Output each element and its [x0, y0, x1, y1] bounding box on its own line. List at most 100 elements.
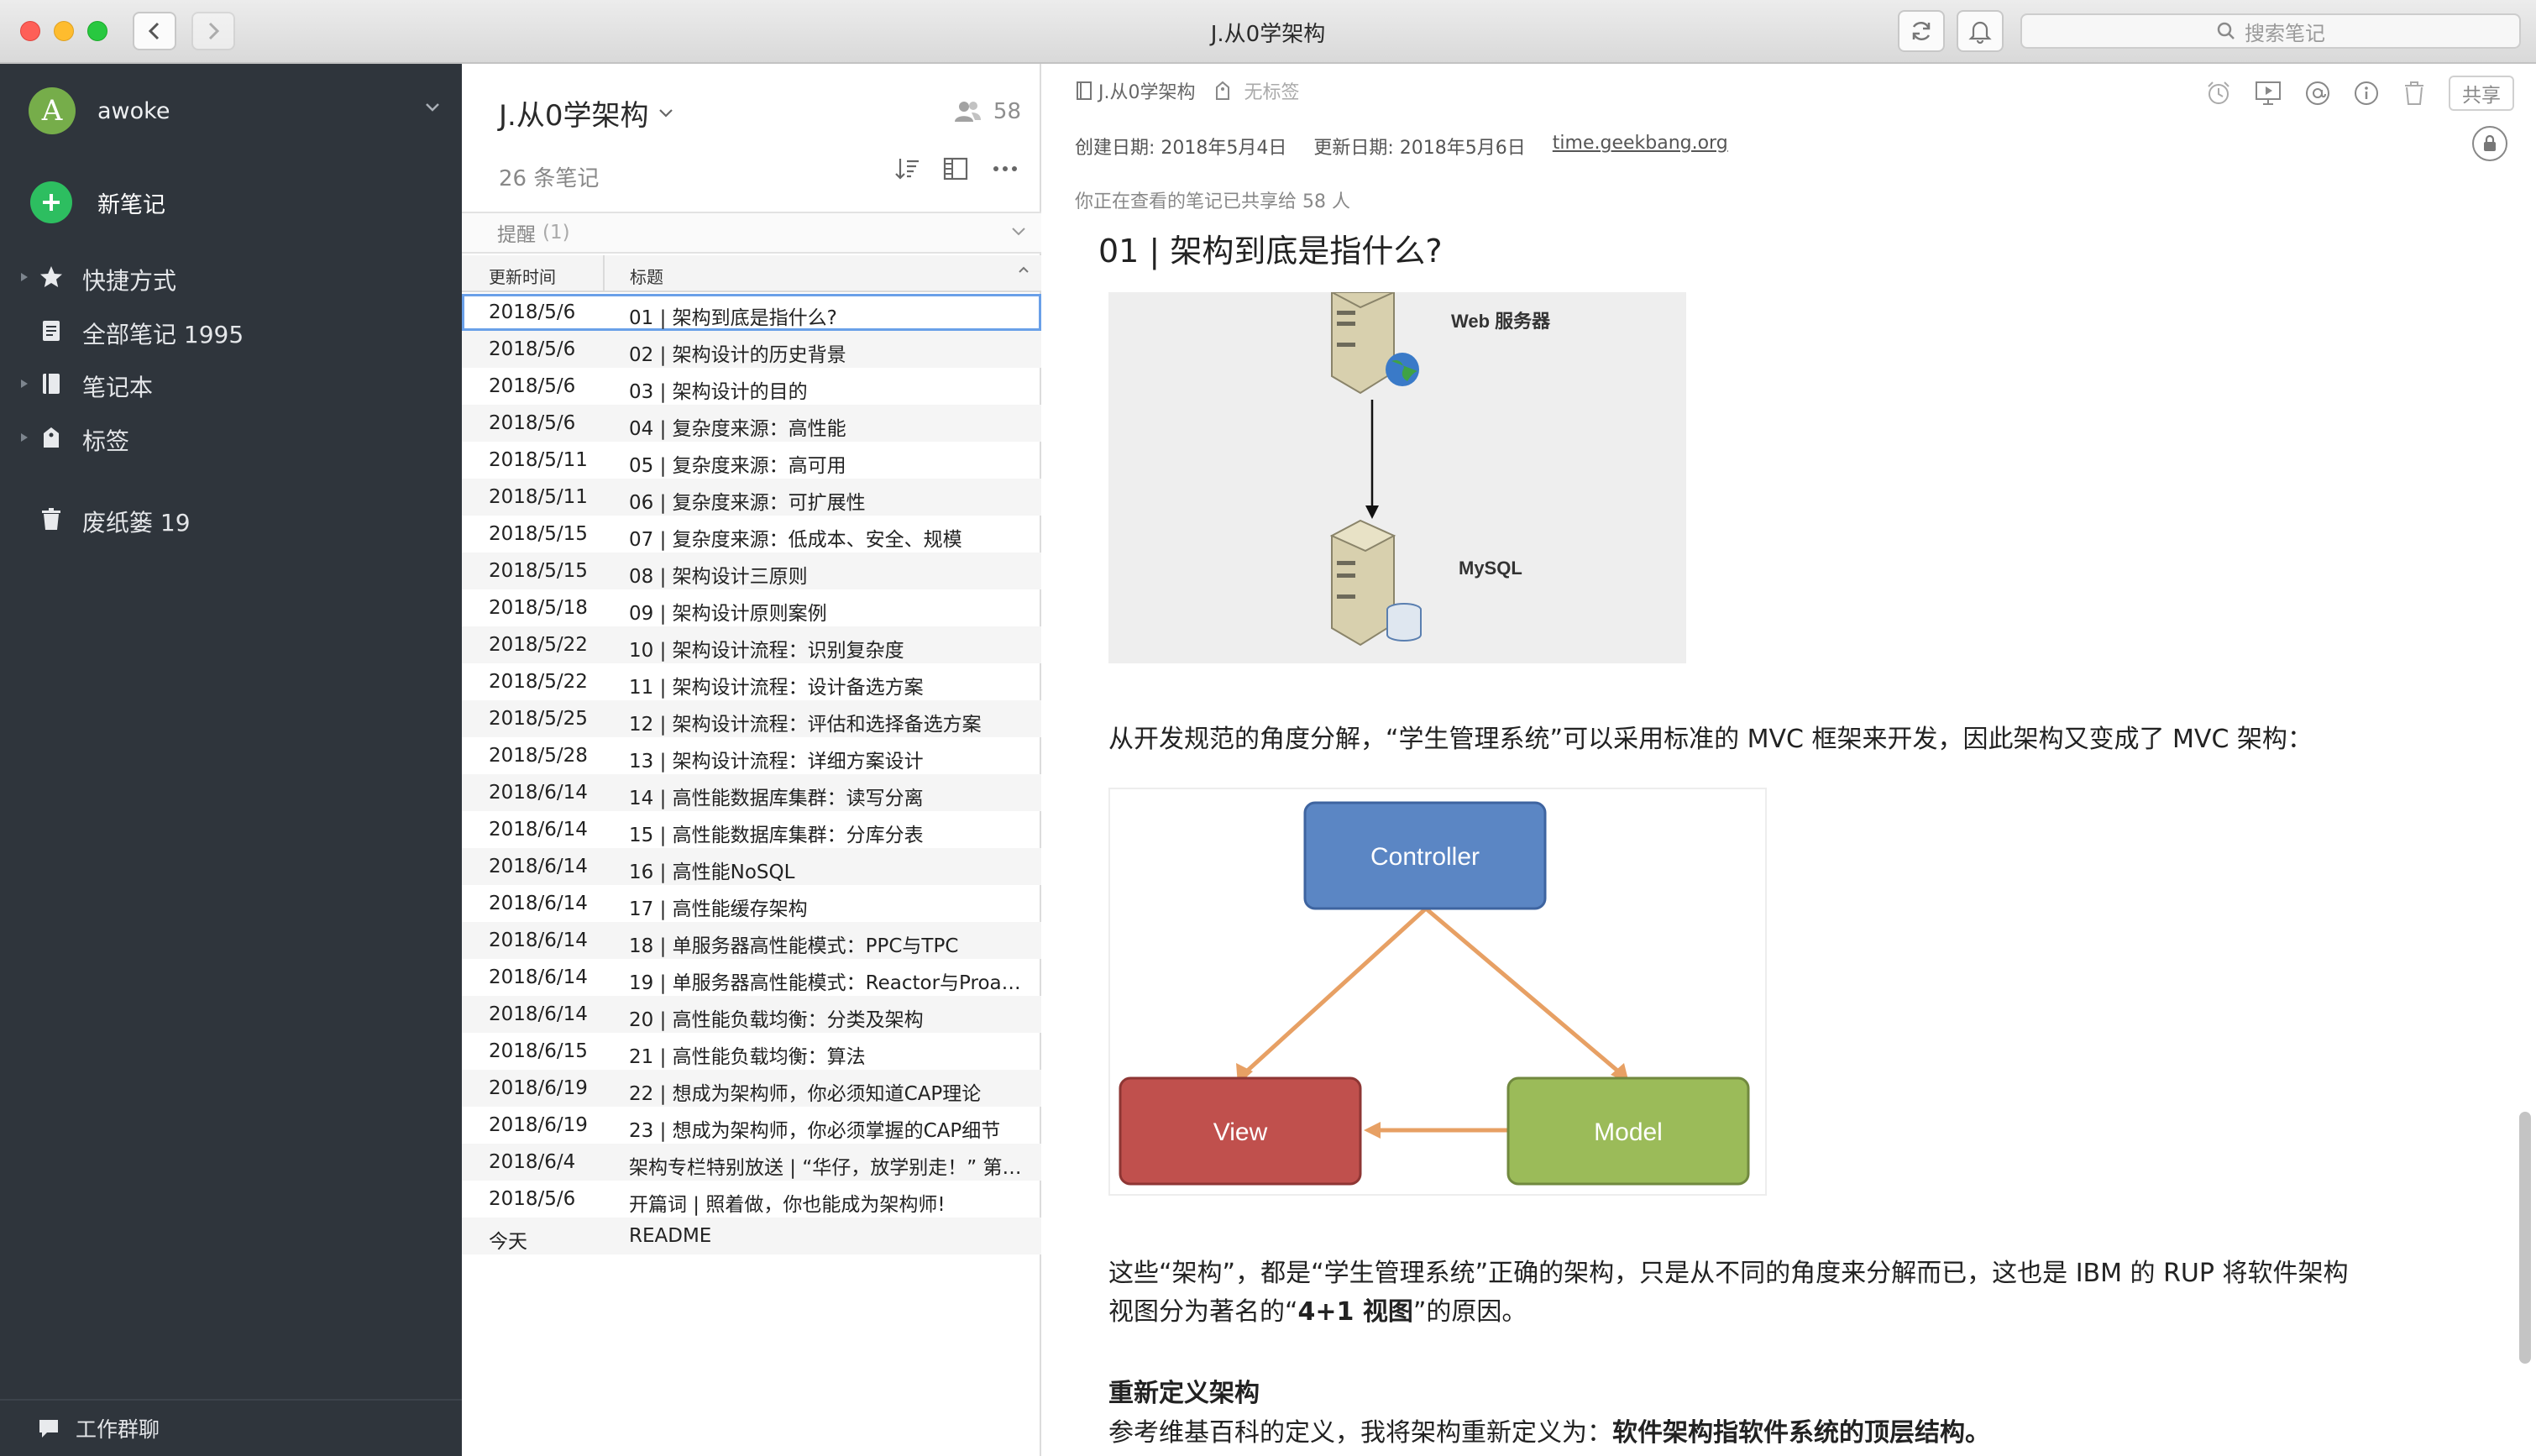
note-title[interactable]: 01 | 架构到底是指什么?	[1098, 225, 1442, 271]
presentation-icon[interactable]	[2254, 80, 2282, 107]
arrow-head	[1365, 505, 1379, 519]
share-button[interactable]: 共享	[2449, 76, 2514, 111]
note-row[interactable]: 2018/5/25 12 | 架构设计流程：评估和选择备选方案	[462, 700, 1041, 737]
column-divider[interactable]	[603, 255, 605, 292]
sync-button[interactable]	[1898, 10, 1945, 52]
sidebar-item-trash[interactable]: 废纸篓 19	[0, 495, 462, 542]
lock-note-button[interactable]	[2472, 126, 2507, 161]
disclosure-triangle-icon	[21, 380, 28, 388]
note-row[interactable]: 2018/5/28 13 | 架构设计流程：详细方案设计	[462, 737, 1041, 774]
bold-text: 4+1 视图	[1297, 1297, 1413, 1327]
view-layout-icon[interactable]	[942, 156, 969, 181]
new-note-label: 新笔记	[97, 191, 165, 218]
note-row-date: 2018/5/15	[489, 560, 588, 582]
trash-icon[interactable]	[2402, 80, 2427, 107]
paragraph-rup[interactable]: 这些“架构”，都是“学生管理系统”正确的架构，只是从不同的角度来分解而已，这也是…	[1108, 1254, 2349, 1332]
controller-label: Controller	[1370, 843, 1480, 871]
column-header-title[interactable]: 标题	[630, 264, 663, 288]
tag-icon	[44, 427, 59, 448]
note-row[interactable]: 2018/6/14 14 | 高性能数据库集群：读写分离	[462, 774, 1041, 811]
info-icon[interactable]	[2353, 80, 2380, 107]
reminder-section[interactable]: 提醒 (1)	[462, 212, 1041, 254]
note-row-title: README	[629, 1225, 712, 1247]
note-row[interactable]: 2018/6/15 21 | 高性能负载均衡：算法	[462, 1033, 1041, 1070]
column-header-updated[interactable]: 更新时间	[489, 264, 556, 288]
note-row-date: 2018/6/14	[489, 782, 588, 804]
subheading[interactable]: 重新定义架构	[1108, 1372, 1260, 1409]
disclosure-triangle-icon	[21, 433, 28, 442]
reminder-count: (1)	[542, 222, 570, 244]
text-run: 参考维基百科的定义，我将架构重新定义为：	[1108, 1418, 1612, 1448]
note-row[interactable]: 2018/5/6 02 | 架构设计的历史背景	[462, 331, 1041, 368]
note-row[interactable]: 2018/5/15 07 | 复杂度来源：低成本、安全、规模	[462, 516, 1041, 553]
editor-scrollbar[interactable]	[2519, 1112, 2531, 1364]
note-row-title: 23 | 想成为架构师，你必须掌握的CAP细节	[629, 1120, 1001, 1142]
at-mention-icon[interactable]	[2304, 80, 2331, 107]
more-options-icon[interactable]	[991, 156, 1019, 181]
tag-input[interactable]: 无标签	[1244, 77, 1299, 104]
note-row[interactable]: 2018/5/22 10 | 架构设计流程：识别复杂度	[462, 626, 1041, 663]
text-run: 视图分为著名的“	[1108, 1297, 1298, 1327]
note-row-date: 2018/5/22	[489, 634, 588, 656]
tag-icon	[1216, 81, 1230, 100]
notifications-button[interactable]	[1957, 10, 2004, 52]
arrow-head	[1364, 1122, 1381, 1139]
paragraph-line: 这些“架构”，都是“学生管理系统”正确的架构，只是从不同的角度来分解而已，这也是…	[1108, 1259, 2349, 1288]
note-row-title: 16 | 高性能NoSQL	[629, 862, 795, 883]
note-row[interactable]: 2018/5/22 11 | 架构设计流程：设计备选方案	[462, 663, 1041, 700]
note-row[interactable]: 2018/6/14 17 | 高性能缓存架构	[462, 885, 1041, 922]
people-icon	[954, 102, 981, 122]
note-row-date: 2018/6/14	[489, 966, 588, 988]
note-row[interactable]: 2018/6/19 23 | 想成为架构师，你必须掌握的CAP细节	[462, 1107, 1041, 1144]
search-input[interactable]: 搜索笔记	[2020, 13, 2521, 49]
paragraph-mvc[interactable]: 从开发规范的角度分解，“学生管理系统”可以采用标准的 MVC 框架来开发，因此架…	[1108, 720, 2313, 759]
note-row[interactable]: 2018/6/14 19 | 单服务器高性能模式：Reactor与Proa…	[462, 959, 1041, 996]
notebook-title-dropdown[interactable]: J.从0学架构	[499, 92, 673, 134]
shared-count: 58	[993, 99, 1021, 124]
note-row-date: 2018/6/19	[489, 1114, 588, 1136]
architecture-image-web-mysql: Web 服务器 MySQL	[1108, 291, 1686, 663]
note-row[interactable]: 2018/5/11 06 | 复杂度来源：可扩展性	[462, 479, 1041, 516]
web-server-label: Web 服务器	[1451, 311, 1551, 332]
note-row[interactable]: 2018/6/14 16 | 高性能NoSQL	[462, 848, 1041, 885]
work-chat-button[interactable]: 工作群聊	[0, 1399, 462, 1456]
note-row-date: 2018/5/6	[489, 412, 576, 434]
sidebar-item-all-notes[interactable]: 全部笔记 1995	[0, 307, 462, 354]
sidebar-item-shortcuts[interactable]: 快捷方式	[0, 254, 462, 301]
account-name: awoke	[97, 97, 170, 124]
alarm-clock-icon[interactable]	[2205, 80, 2232, 107]
note-row[interactable]: 今天 README	[462, 1218, 1041, 1254]
note-notebook-link[interactable]: J.从0学架构	[1098, 77, 1195, 104]
note-row[interactable]: 2018/5/18 09 | 架构设计原则案例	[462, 589, 1041, 626]
note-row[interactable]: 2018/5/6 开篇词 | 照着做，你也能成为架构师!	[462, 1181, 1041, 1218]
chat-icon	[39, 1420, 58, 1438]
note-row-date: 2018/5/6	[489, 375, 576, 397]
note-row[interactable]: 2018/5/15 08 | 架构设计三原则	[462, 553, 1041, 589]
paragraph-definition[interactable]: 参考维基百科的定义，我将架构重新定义为：软件架构指软件系统的顶层结构。	[1108, 1414, 1990, 1453]
bold-text: 软件架构指软件系统的顶层结构。	[1612, 1418, 1990, 1448]
bell-icon	[1968, 21, 1992, 44]
shared-users-button[interactable]: 58	[953, 99, 1021, 124]
note-row[interactable]: 2018/6/14 15 | 高性能数据库集群：分库分表	[462, 811, 1041, 848]
note-row[interactable]: 2018/6/14 18 | 单服务器高性能模式：PPC与TPC	[462, 922, 1041, 959]
title-bar: J.从0学架构 搜索笔记	[0, 0, 2536, 64]
sort-icon[interactable]	[893, 156, 920, 181]
sidebar-item-notebooks[interactable]: 笔记本	[0, 360, 462, 407]
sidebar-item-tags[interactable]: 标签	[0, 414, 462, 461]
note-row-date: 2018/6/14	[489, 819, 588, 841]
note-row[interactable]: 2018/5/6 04 | 复杂度来源：高性能	[462, 405, 1041, 442]
note-row-title: 17 | 高性能缓存架构	[629, 898, 808, 920]
note-row[interactable]: 2018/5/6 03 | 架构设计的目的	[462, 368, 1041, 405]
sync-icon	[1912, 21, 1931, 41]
new-note-button[interactable]: 新笔记	[30, 181, 165, 223]
note-row-date: 2018/6/14	[489, 930, 588, 951]
note-row-date: 2018/5/18	[489, 597, 588, 619]
source-url-link[interactable]: time.geekbang.org	[1553, 133, 1728, 160]
note-row[interactable]: 2018/5/6 01 | 架构到底是指什么?	[462, 294, 1041, 331]
account-switcher[interactable]: A awoke	[29, 87, 440, 134]
updated-date: 更新日期: 2018年5月6日	[1313, 138, 1526, 159]
note-row[interactable]: 2018/6/19 22 | 想成为架构师，你必须知道CAP理论	[462, 1070, 1041, 1107]
note-row[interactable]: 2018/6/14 20 | 高性能负载均衡：分类及架构	[462, 996, 1041, 1033]
note-row[interactable]: 2018/5/11 05 | 复杂度来源：高可用	[462, 442, 1041, 479]
note-row[interactable]: 2018/6/4 架构专栏特别放送 | “华仔，放学别走！” 第…	[462, 1144, 1041, 1181]
